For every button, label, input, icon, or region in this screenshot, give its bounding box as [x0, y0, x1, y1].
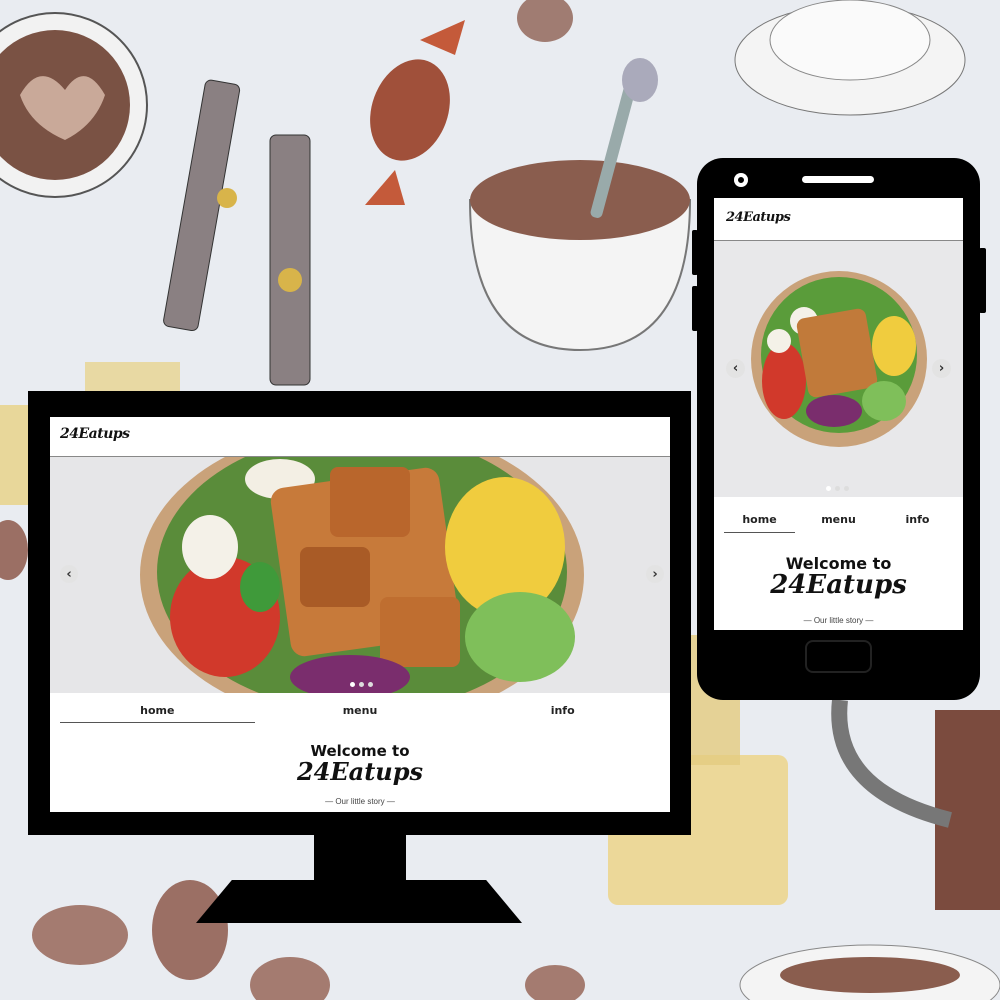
nav-menu[interactable]: menu — [259, 701, 462, 723]
phone-volume-button — [692, 230, 698, 275]
hero-carousel[interactable]: ‹ › — [714, 241, 963, 497]
welcome-brand: 24Eatups — [296, 757, 424, 786]
mobile-website: 24Eatups ‹ › home menu info Welcome to 2… — [714, 198, 963, 630]
salad-bowl-image — [714, 241, 963, 497]
speaker-icon — [802, 176, 874, 183]
chevron-right-icon: › — [938, 361, 945, 376]
carousel-dot[interactable] — [368, 682, 373, 687]
carousel-next-button[interactable]: › — [646, 565, 664, 583]
nav-info[interactable]: info — [878, 509, 957, 533]
home-button-icon[interactable] — [805, 640, 872, 673]
carousel-indicators — [350, 682, 373, 687]
carousel-prev-button[interactable]: ‹ — [60, 565, 78, 583]
hero-carousel[interactable]: ‹ › — [50, 457, 670, 693]
chevron-right-icon: › — [652, 566, 658, 582]
nav-home[interactable]: home — [720, 509, 799, 533]
desktop-screen: 24Eatups ‹ › home menu info Welcome to 2… — [50, 417, 670, 812]
carousel-indicators — [826, 486, 849, 491]
main-nav: home menu info — [50, 701, 670, 723]
carousel-dot[interactable] — [350, 682, 355, 687]
mobile-phone: 24Eatups ‹ › home menu info Welcome to 2… — [692, 158, 986, 700]
tagline[interactable]: — Our little story — — [714, 616, 963, 625]
carousel-dot[interactable] — [835, 486, 840, 491]
desktop-monitor: 24Eatups ‹ › home menu info Welcome to 2… — [28, 391, 691, 835]
salad-bowl-image — [50, 457, 670, 693]
carousel-dot[interactable] — [826, 486, 831, 491]
monitor-stand-base — [196, 880, 522, 923]
carousel-prev-button[interactable]: ‹ — [726, 359, 745, 378]
carousel-next-button[interactable]: › — [932, 359, 951, 378]
nav-menu[interactable]: menu — [799, 509, 878, 533]
camera-icon — [734, 173, 748, 187]
site-header: 24Eatups — [50, 417, 670, 457]
site-header: 24Eatups — [714, 198, 963, 241]
phone-volume-button — [692, 286, 698, 331]
desktop-website: 24Eatups ‹ › home menu info Welcome to 2… — [50, 417, 670, 812]
monitor-stand-neck — [314, 835, 406, 881]
nav-home[interactable]: home — [56, 701, 259, 723]
carousel-dot[interactable] — [844, 486, 849, 491]
phone-screen: 24Eatups ‹ › home menu info Welcome to 2… — [714, 198, 963, 630]
nav-info[interactable]: info — [461, 701, 664, 723]
main-nav: home menu info — [714, 509, 963, 533]
chevron-left-icon: ‹ — [732, 361, 739, 376]
tagline[interactable]: — Our little story — — [50, 797, 670, 806]
carousel-dot[interactable] — [359, 682, 364, 687]
brand-logo[interactable]: 24Eatups — [60, 426, 130, 442]
chevron-left-icon: ‹ — [66, 566, 72, 582]
phone-power-button — [979, 248, 986, 313]
welcome-brand: 24Eatups — [770, 570, 907, 600]
brand-logo[interactable]: 24Eatups — [726, 210, 791, 225]
